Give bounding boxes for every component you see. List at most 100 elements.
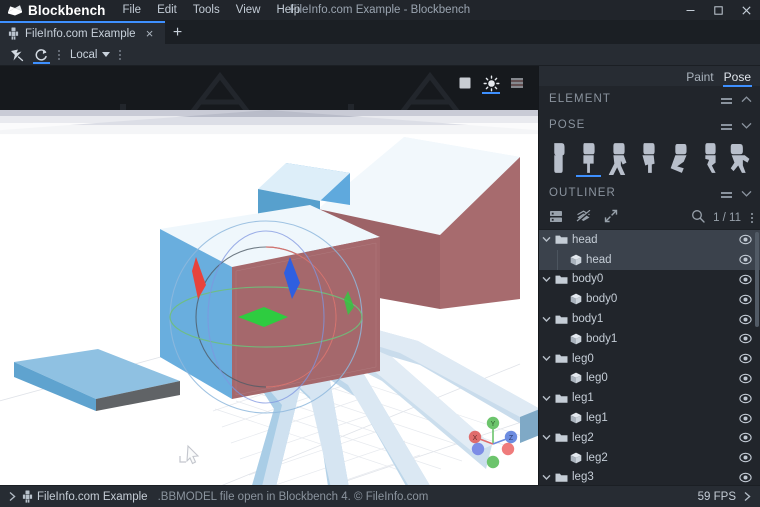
- close-button[interactable]: [732, 0, 760, 20]
- outliner-row-label: leg1: [572, 392, 594, 405]
- pose-silhouette-icon: [730, 144, 750, 173]
- close-icon[interactable]: ×: [142, 27, 158, 40]
- visibility-eye-icon[interactable]: [739, 314, 752, 325]
- outliner-row-label: body0: [586, 293, 618, 306]
- chevron-right-icon[interactable]: [5, 491, 19, 502]
- outliner-row-label: head: [572, 233, 598, 246]
- outliner-row-label: head: [586, 253, 612, 266]
- menu-item-tools[interactable]: Tools: [185, 0, 228, 21]
- panel-header-pose[interactable]: POSE: [539, 112, 760, 138]
- chevron-up-icon[interactable]: [741, 92, 752, 106]
- pose-preset-7[interactable]: [726, 139, 756, 175]
- outliner-row-body0-group[interactable]: body0: [539, 270, 760, 290]
- drag-handle-icon[interactable]: [721, 98, 732, 100]
- visibility-eye-icon[interactable]: [739, 274, 752, 285]
- folder-icon: [553, 353, 570, 364]
- cube-icon: [567, 293, 584, 305]
- pose-preset-6[interactable]: [695, 139, 725, 175]
- viewport-menu-button[interactable]: [504, 72, 530, 94]
- visibility-eye-icon[interactable]: [739, 432, 752, 443]
- minimize-button[interactable]: [676, 0, 704, 20]
- outliner-row-leg1-group[interactable]: leg1: [539, 388, 760, 408]
- kebab-menu-icon[interactable]: [749, 216, 753, 219]
- chevron-down-icon[interactable]: [539, 236, 553, 243]
- axis-widget[interactable]: Y X Z: [462, 411, 524, 473]
- pose-preset-5[interactable]: [665, 139, 695, 175]
- outliner-row-head-cube[interactable]: head: [539, 249, 760, 270]
- visibility-eye-icon[interactable]: [739, 393, 752, 404]
- toolbar-divider-2[interactable]: [116, 44, 125, 65]
- transform-space-select[interactable]: Local: [63, 44, 116, 65]
- outliner-scrollbar[interactable]: [755, 232, 759, 327]
- chevron-down-icon[interactable]: [539, 355, 553, 362]
- toggle-visibility-icon[interactable]: [576, 209, 591, 226]
- blockbench-window: FileInfo.com Example - Blockbench Blockb…: [0, 0, 760, 507]
- outliner-row-leg2-cube[interactable]: leg2: [539, 448, 760, 468]
- outliner-row-body1-cube[interactable]: body1: [539, 329, 760, 349]
- visibility-eye-icon[interactable]: [739, 254, 752, 265]
- outliner-row-head-group[interactable]: head: [539, 230, 760, 250]
- new-tab-button[interactable]: +: [165, 21, 191, 44]
- 3d-viewport[interactable]: Y X Z: [0, 66, 538, 485]
- drag-handle-icon[interactable]: [721, 192, 732, 194]
- outliner-tree[interactable]: head head body0 body0 body1 body1 leg0 leg0 leg1…: [539, 229, 760, 485]
- visibility-eye-icon[interactable]: [739, 333, 752, 344]
- pose-tool-button[interactable]: [4, 44, 29, 65]
- outliner-row-body0-cube[interactable]: body0: [539, 289, 760, 309]
- panel-header-outliner[interactable]: OUTLINER: [539, 180, 760, 206]
- pose-preset-4[interactable]: [634, 139, 664, 175]
- outliner-row-leg0-group[interactable]: leg0: [539, 349, 760, 369]
- chevron-down-icon[interactable]: [539, 474, 553, 481]
- folder-icon: [553, 393, 570, 404]
- maximize-button[interactable]: [704, 0, 732, 20]
- visibility-eye-icon[interactable]: [739, 373, 752, 384]
- visibility-eye-icon[interactable]: [739, 413, 752, 424]
- mode-tab-paint[interactable]: Paint: [686, 70, 713, 86]
- cube-icon: [567, 412, 584, 424]
- drag-handle-icon[interactable]: [721, 124, 732, 126]
- menu-item-file[interactable]: File: [115, 0, 150, 24]
- rotate-tool-button[interactable]: [29, 44, 54, 65]
- tab-label: FileInfo.com Example: [25, 27, 136, 40]
- chevron-down-icon[interactable]: [741, 186, 752, 200]
- chevron-down-icon[interactable]: [539, 434, 553, 441]
- pose-preset-2[interactable]: [573, 139, 603, 177]
- search-icon[interactable]: [691, 209, 705, 226]
- outliner-row-body1-group[interactable]: body1: [539, 309, 760, 329]
- background-toggle-button[interactable]: [452, 72, 478, 94]
- outliner-row-label: leg3: [572, 471, 594, 484]
- pose-preset-1[interactable]: [543, 139, 573, 175]
- chevron-down-icon[interactable]: [539, 316, 553, 323]
- main-body: Y X Z Paint Pose ELEMENT POSE OUTLINER 1…: [0, 66, 760, 485]
- outliner-row-leg3-group[interactable]: leg3: [539, 468, 760, 485]
- visibility-eye-icon[interactable]: [739, 353, 752, 364]
- add-group-icon[interactable]: [549, 210, 563, 226]
- tab-fileinfo-example[interactable]: FileInfo.com Example ×: [0, 21, 165, 44]
- lighting-toggle-button[interactable]: [478, 72, 504, 94]
- outliner-row-label: leg1: [586, 412, 608, 425]
- panel-header-element[interactable]: ELEMENT: [539, 86, 760, 112]
- visibility-eye-icon[interactable]: [739, 472, 752, 483]
- mode-tab-pose[interactable]: Pose: [722, 70, 753, 87]
- visibility-eye-icon[interactable]: [739, 294, 752, 305]
- outliner-row-leg2-group[interactable]: leg2: [539, 428, 760, 448]
- panel-actions-outliner: [721, 186, 752, 200]
- visibility-eye-icon[interactable]: [739, 234, 752, 245]
- status-project-name: FileInfo.com Example: [37, 490, 148, 503]
- menu-item-help[interactable]: Help: [268, 0, 308, 21]
- toolbar-divider-1[interactable]: [54, 44, 63, 65]
- menu-item-edit[interactable]: Edit: [149, 0, 185, 21]
- chevron-down-icon[interactable]: [539, 276, 553, 283]
- chevron-down-icon[interactable]: [741, 118, 752, 132]
- outliner-row-label: body1: [586, 332, 618, 345]
- visibility-eye-icon[interactable]: [739, 452, 752, 463]
- pose-silhouette-icon: [554, 143, 565, 173]
- model-figure-icon: [19, 490, 35, 503]
- menu-item-view[interactable]: View: [228, 0, 269, 21]
- outliner-row-leg0-cube[interactable]: leg0: [539, 369, 760, 389]
- status-more-icon[interactable]: [740, 491, 754, 502]
- pose-preset-3[interactable]: [604, 139, 634, 175]
- outliner-row-leg1-cube[interactable]: leg1: [539, 408, 760, 428]
- expand-all-icon[interactable]: [604, 209, 618, 226]
- chevron-down-icon[interactable]: [539, 395, 553, 402]
